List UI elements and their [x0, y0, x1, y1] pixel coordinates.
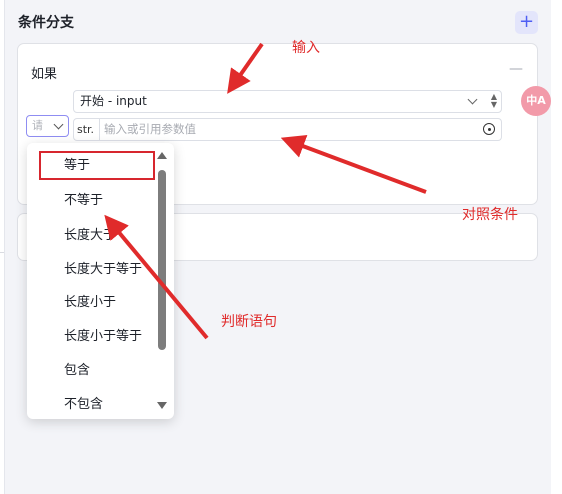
- annotation-judge: 判断语句: [221, 314, 277, 330]
- arrow-compare: [280, 134, 427, 194]
- annotation-arrows: [104, 42, 427, 340]
- arrow-judge: [104, 214, 209, 340]
- arrow-input: [227, 42, 264, 94]
- annotation-compare: 对照条件: [462, 207, 518, 223]
- annotation-input: 输入: [292, 40, 320, 56]
